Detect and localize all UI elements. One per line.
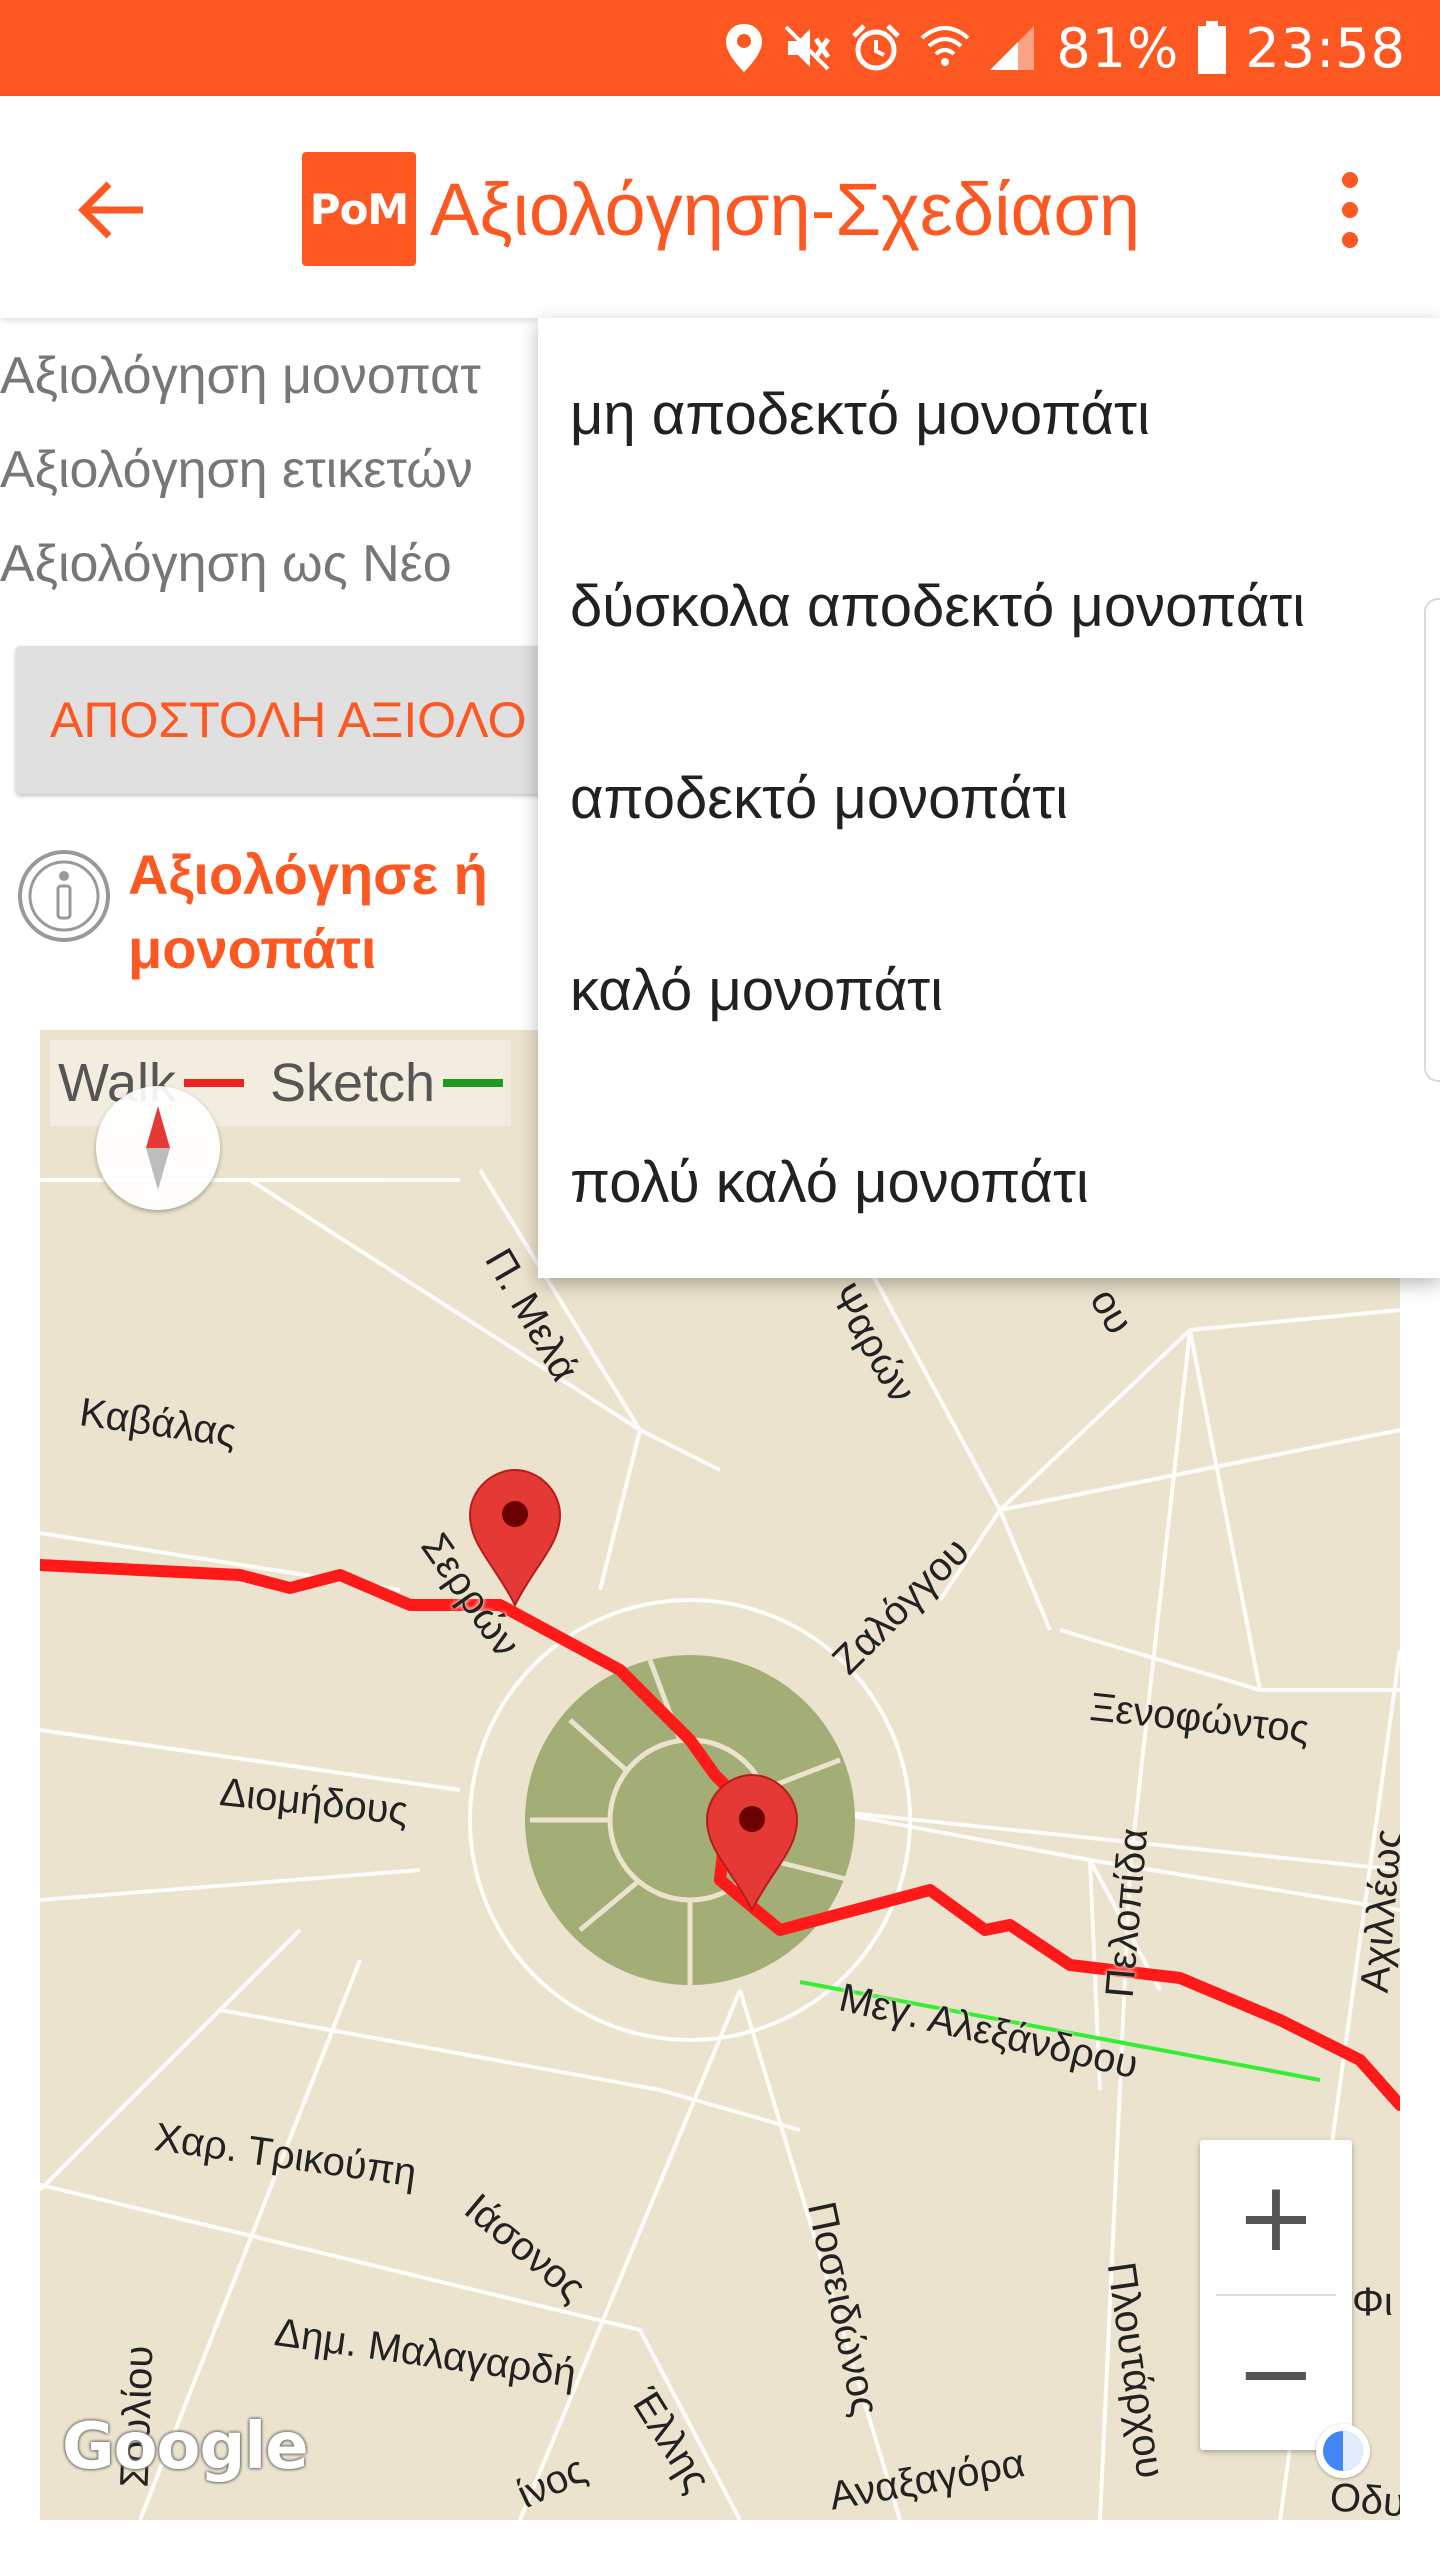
zoom-in-button[interactable]: + (1200, 2140, 1352, 2294)
battery-percent: 81% (1056, 16, 1180, 80)
my-location-button[interactable] (1316, 2424, 1370, 2478)
google-logo: Google (62, 2410, 309, 2484)
street-label: Φι (1352, 2280, 1393, 2324)
menu-item-good[interactable]: καλό μονοπάτι (538, 894, 1440, 1086)
menu-item-not-acceptable[interactable]: μη αποδεκτό μονοπάτι (538, 318, 1440, 510)
menu-item-barely-acceptable[interactable]: δύσκολα αποδεκτό μονοπάτι (538, 510, 1440, 702)
rating-row-path[interactable]: Αξιολόγηση μονοπατ (0, 346, 481, 406)
mute-icon (784, 25, 831, 71)
pom-logo: PoM (302, 152, 416, 266)
menu-scrollbar[interactable] (1424, 598, 1440, 1082)
status-icons: 81% 23:58 (724, 0, 1406, 96)
more-options-button[interactable] (1310, 162, 1390, 258)
info-icon (18, 850, 110, 942)
signal-icon (990, 26, 1035, 70)
status-time: 23:58 (1245, 16, 1406, 80)
arrow-back-icon (78, 181, 143, 239)
alarm-icon (852, 24, 901, 71)
legend-sketch: Sketch (270, 1052, 504, 1114)
back-button[interactable] (64, 162, 160, 258)
my-location-icon (1323, 2431, 1363, 2471)
battery-icon (1198, 21, 1227, 74)
location-icon (726, 24, 763, 72)
status-bar: 81% 23:58 (0, 0, 1440, 96)
legend-sketch-label: Sketch (270, 1053, 436, 1113)
menu-item-acceptable[interactable]: αποδεκτό μονοπάτι (538, 702, 1440, 894)
send-rating-label: ΑΠΟΣΤΟΛΗ ΑΞΙΟΛΟ (50, 692, 527, 748)
wifi-icon (921, 26, 970, 66)
app-bar: PoM Αξιολόγηση-Σχεδίαση (0, 96, 1440, 318)
compass-button[interactable] (96, 1086, 220, 1210)
menu-item-very-good[interactable]: πολύ καλό μονοπάτι (538, 1086, 1440, 1278)
info-instruction: Αξιολόγησε ή μονοπάτι (128, 843, 488, 980)
page-title: Αξιολόγηση-Σχεδίαση (430, 168, 1141, 251)
street-label: Οδυ (1328, 2475, 1400, 2520)
rating-row-new[interactable]: Αξιολόγηση ως Νέο (0, 534, 452, 594)
compass-icon (146, 1106, 170, 1190)
rating-row-tags[interactable]: Αξιολόγηση ετικετών (0, 440, 473, 500)
more-vert-icon (1342, 172, 1358, 188)
rating-dropdown-menu: μη αποδεκτό μονοπάτι δύσκολα αποδεκτό μο… (538, 318, 1440, 1278)
legend-sketch-swatch (443, 1079, 504, 1087)
zoom-control: + − (1200, 2140, 1352, 2450)
